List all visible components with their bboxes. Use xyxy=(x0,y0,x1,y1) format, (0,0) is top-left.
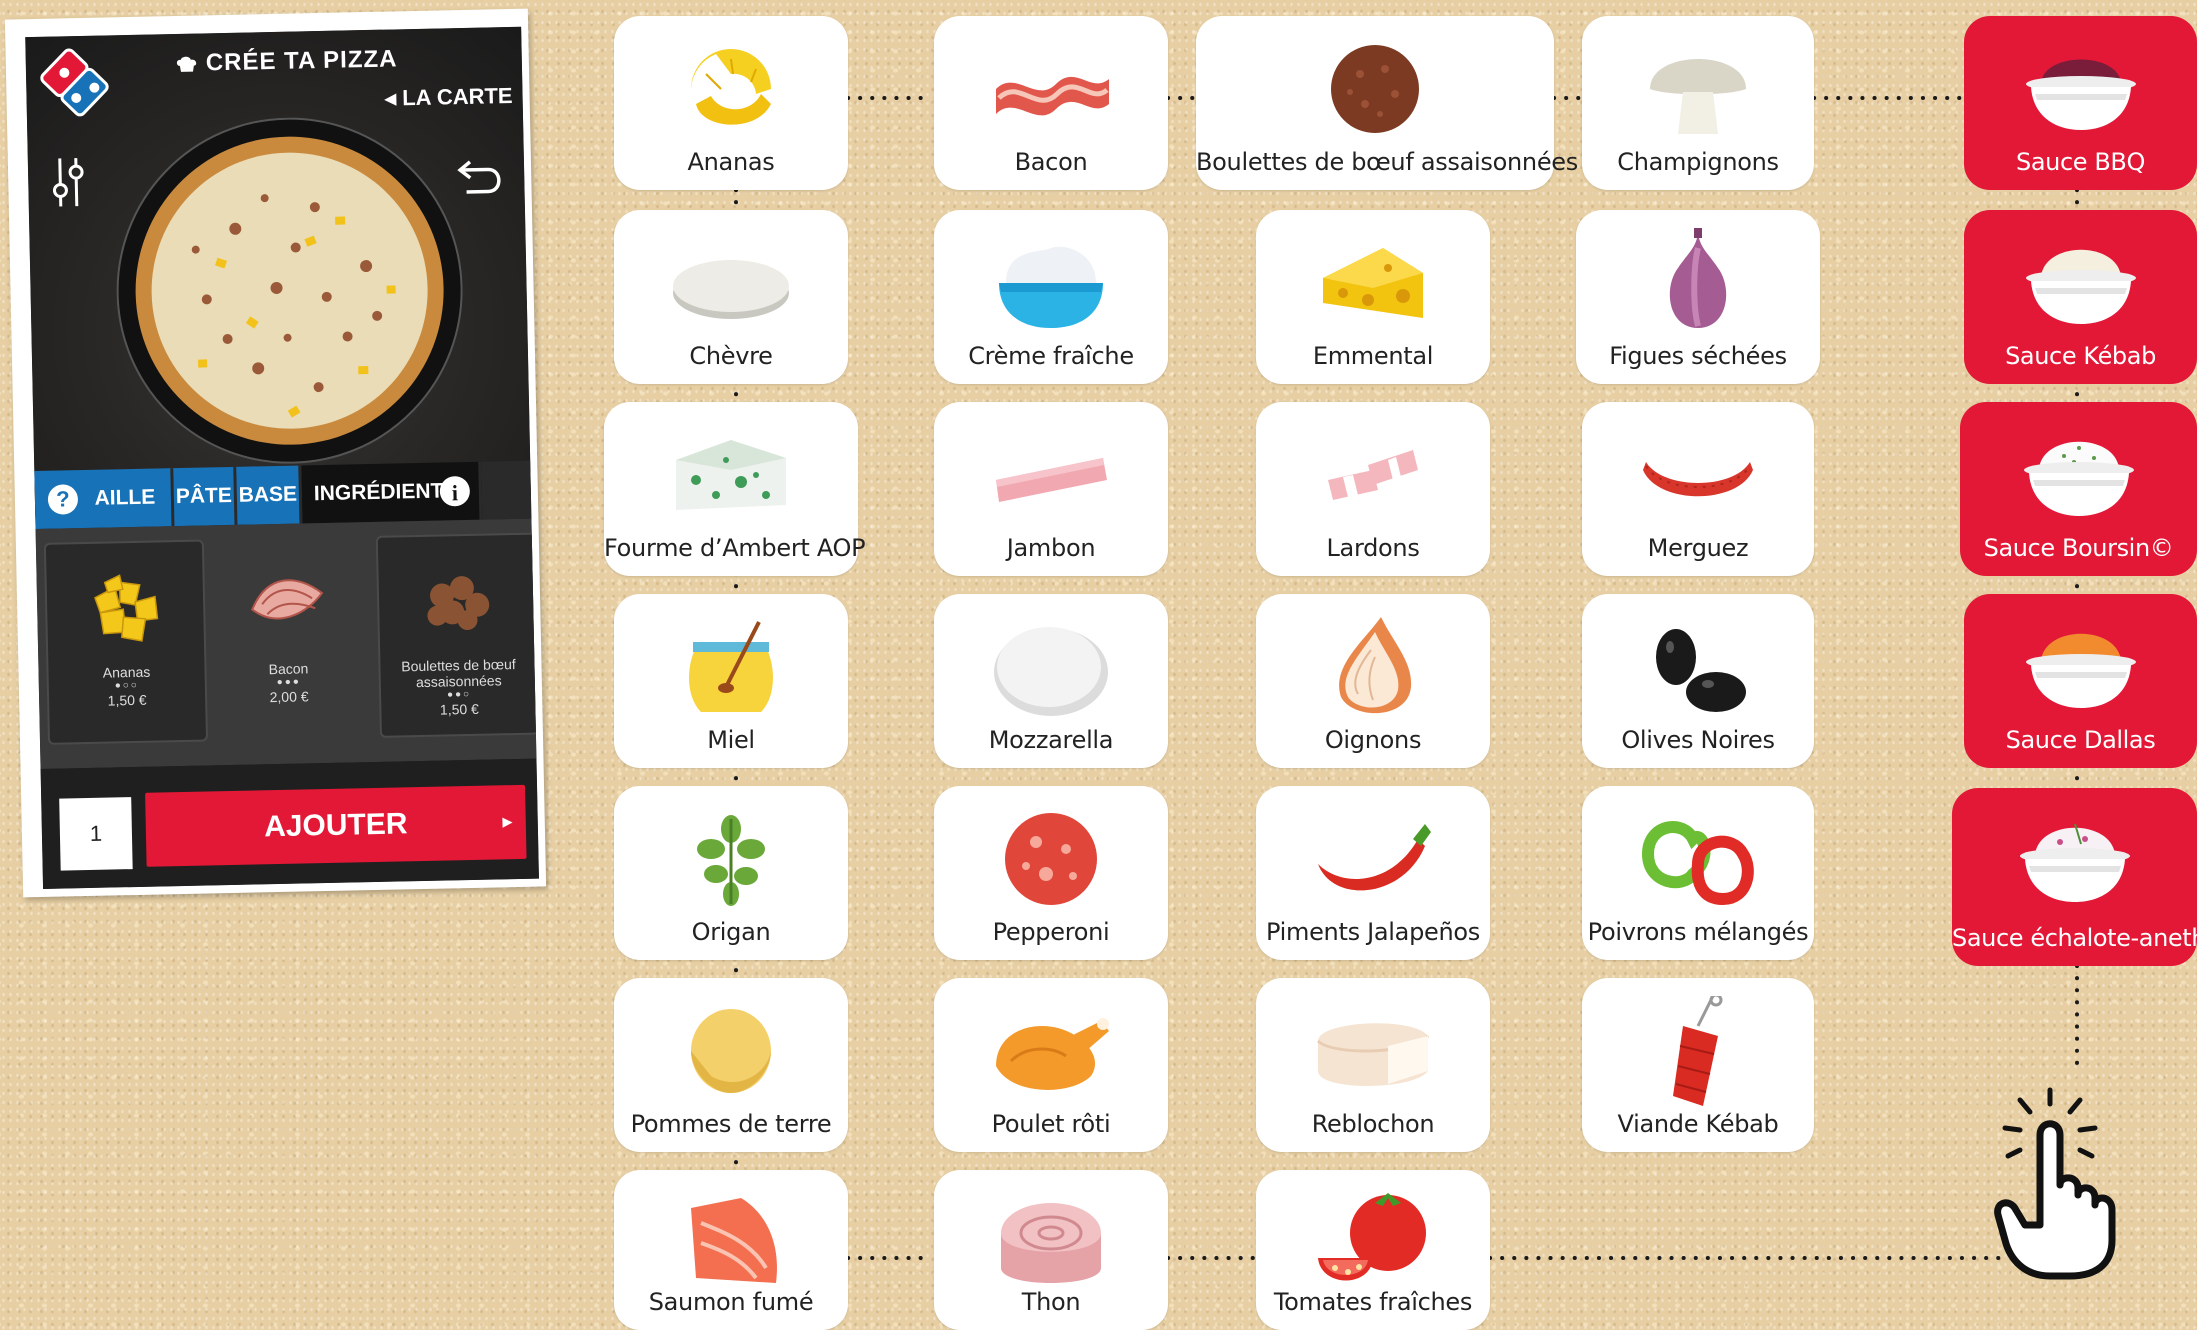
mozzarella-icon xyxy=(994,627,1108,716)
ingredient-label: Emmental xyxy=(1312,342,1434,370)
sauce-tile-dallas[interactable]: Sauce Dallas xyxy=(1964,594,2197,768)
sauce-tile-boursin[interactable]: Sauce Boursin© xyxy=(1960,402,2197,576)
sauce-tile-kebab[interactable]: Sauce Kébab xyxy=(1964,210,2197,384)
ingredient-label: Bacon xyxy=(1014,148,1088,176)
ingredient-tile-poulet[interactable]: Poulet rôti xyxy=(934,978,1168,1152)
sauce-bowl-icon xyxy=(2025,59,2136,130)
ingredient-tile-miel[interactable]: Miel xyxy=(614,594,848,768)
fig-icon xyxy=(1669,228,1727,328)
roast-chicken-icon xyxy=(996,1018,1109,1090)
ingredient-tile-origan[interactable]: Origan xyxy=(614,786,848,960)
ingredient-tile-lardons[interactable]: Lardons xyxy=(1256,402,1490,576)
ingredient-tile-ananas[interactable]: Ananas xyxy=(614,16,848,190)
ingredient-label: Mozzarella xyxy=(988,726,1114,754)
sauce-label: Sauce BBQ xyxy=(2016,148,2145,176)
sauce-bowl-icon xyxy=(2019,823,2130,902)
ingredient-tile-pepperoni[interactable]: Pepperoni xyxy=(934,786,1168,960)
ingredient-tile-fourme[interactable]: Fourme d’Ambert AOP xyxy=(604,402,866,576)
ingredient-label: Tomates fraîches xyxy=(1273,1288,1473,1316)
ingredient-tile-reblochon[interactable]: Reblochon xyxy=(1256,978,1490,1152)
ingredient-label: Crème fraîche xyxy=(968,342,1134,370)
pepperoni-icon xyxy=(1005,813,1097,905)
ingredient-label: Champignons xyxy=(1617,148,1779,176)
honey-jar-icon xyxy=(689,621,773,712)
goat-cheese-icon xyxy=(673,260,789,319)
sauce-label: Sauce échalote-aneth xyxy=(1952,924,2197,952)
ingredient-tile-mozzarella[interactable]: Mozzarella xyxy=(934,594,1168,768)
sauce-bowl-icon xyxy=(2025,249,2136,324)
kebab-meat-icon xyxy=(1673,996,1723,1106)
pineapple-icon xyxy=(691,49,771,125)
ingredient-label: Oignons xyxy=(1324,726,1422,754)
ingredient-label: Viande Kébab xyxy=(1617,1110,1779,1138)
sauce-tile-bbq[interactable]: Sauce BBQ xyxy=(1964,16,2197,190)
ingredient-tile-poivrons[interactable]: Poivrons mélangés xyxy=(1582,786,1814,960)
chili-pepper-icon xyxy=(1318,824,1431,891)
ingredient-label: Merguez xyxy=(1647,534,1749,562)
ingredient-label: Thon xyxy=(1021,1288,1081,1316)
ingredient-tile-jambon[interactable]: Jambon xyxy=(934,402,1168,576)
hand-pointer-icon xyxy=(1994,1087,2116,1280)
reblochon-cheese-icon xyxy=(1316,1023,1430,1086)
salmon-slice-icon xyxy=(691,1198,777,1283)
lardons-icon xyxy=(1328,450,1418,500)
ingredient-label: Jambon xyxy=(1006,534,1096,562)
potato-icon xyxy=(691,1009,771,1093)
onion-icon xyxy=(1339,617,1412,714)
ingredient-tile-champignons[interactable]: Champignons xyxy=(1582,16,1814,190)
ingredient-tile-figues[interactable]: Figues séchées xyxy=(1576,210,1820,384)
ingredient-tile-emmental[interactable]: Emmental xyxy=(1256,210,1490,384)
ingredient-tile-tomates[interactable]: Tomates fraîches xyxy=(1256,1170,1490,1330)
bacon-icon xyxy=(996,76,1109,116)
blue-cheese-icon xyxy=(676,440,786,510)
ingredient-tile-boulettes[interactable]: Boulettes de bœuf assaisonnées xyxy=(1196,16,1578,190)
sauce-label: Sauce Boursin© xyxy=(1983,534,2174,562)
ingredient-tile-creme-fraiche[interactable]: Crème fraîche xyxy=(934,210,1168,384)
mushroom-icon xyxy=(1650,59,1746,134)
ingredient-label: Reblochon xyxy=(1311,1110,1435,1138)
ingredient-tile-chevre[interactable]: Chèvre xyxy=(614,210,848,384)
ingredient-label: Fourme d’Ambert AOP xyxy=(604,534,866,562)
ingredient-tile-jalapenos[interactable]: Piments Jalapeños xyxy=(1256,786,1490,960)
sauce-bowl-icon xyxy=(2025,633,2136,708)
ingredient-tile-thon[interactable]: Thon xyxy=(934,1170,1168,1330)
sausage-icon xyxy=(1643,462,1753,497)
black-olives-icon xyxy=(1656,629,1746,712)
sauce-label: Sauce Kébab xyxy=(2005,342,2156,370)
meatball-icon xyxy=(1331,45,1419,133)
ingredient-tile-viande-kebab[interactable]: Viande Kébab xyxy=(1582,978,1814,1152)
ham-slice-icon xyxy=(996,458,1107,502)
ingredient-label: Lardons xyxy=(1326,534,1420,562)
cream-bowl-icon xyxy=(999,246,1103,328)
ingredient-label: Piments Jalapeños xyxy=(1266,918,1480,946)
ingredient-label: Figues séchées xyxy=(1609,342,1787,370)
sauce-label: Sauce Dallas xyxy=(2005,726,2156,754)
ingredient-tile-saumon[interactable]: Saumon fumé xyxy=(614,1170,848,1330)
bell-peppers-icon xyxy=(1641,821,1754,906)
ingredient-label: Chèvre xyxy=(689,342,773,370)
ingredient-label: Saumon fumé xyxy=(648,1288,814,1316)
ingredient-tile-merguez[interactable]: Merguez xyxy=(1582,402,1814,576)
ingredient-label: Boulettes de bœuf assaisonnées xyxy=(1196,148,1578,176)
ingredient-tile-bacon[interactable]: Bacon xyxy=(934,16,1168,190)
ingredient-tile-pommes-de-terre[interactable]: Pommes de terre xyxy=(614,978,848,1152)
ingredient-label: Olives Noires xyxy=(1621,726,1775,754)
ingredient-tile-oignons[interactable]: Oignons xyxy=(1256,594,1490,768)
ingredient-label: Pepperoni xyxy=(992,918,1110,946)
ingredient-label: Poulet rôti xyxy=(991,1110,1111,1138)
tuna-icon xyxy=(1001,1203,1101,1283)
ingredient-label: Miel xyxy=(707,726,755,754)
tomato-icon xyxy=(1318,1193,1426,1281)
ingredient-label: Ananas xyxy=(687,148,775,176)
swiss-cheese-icon xyxy=(1323,248,1423,318)
ingredient-tile-olives[interactable]: Olives Noires xyxy=(1582,594,1814,768)
oregano-leaves-icon xyxy=(697,815,765,906)
ingredient-label: Origan xyxy=(691,918,771,946)
sauce-bowl-icon xyxy=(2023,441,2134,516)
ingredient-label: Pommes de terre xyxy=(630,1110,832,1138)
sauce-tile-echalote-aneth[interactable]: Sauce échalote-aneth xyxy=(1952,788,2197,966)
ingredient-label: Poivrons mélangés xyxy=(1587,918,1809,946)
